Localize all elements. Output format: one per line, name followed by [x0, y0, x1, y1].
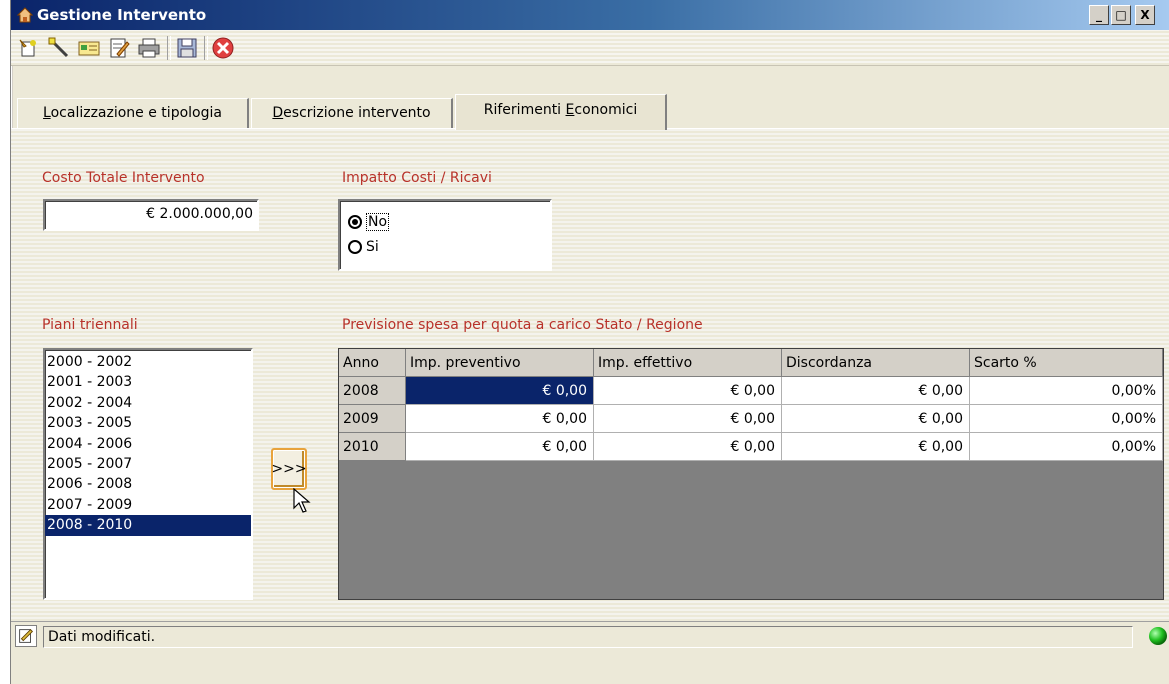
radio-no-label: No: [366, 213, 390, 231]
list-item[interactable]: 2006 - 2008: [45, 474, 251, 494]
list-item[interactable]: 2007 - 2009: [45, 495, 251, 515]
cell-scarto[interactable]: 0,00%: [970, 405, 1163, 433]
cell-preventivo[interactable]: € 0,00: [406, 433, 594, 461]
cell-preventivo-selected[interactable]: € 0,00: [406, 377, 594, 405]
list-item[interactable]: 2005 - 2007: [45, 454, 251, 474]
title-bar[interactable]: Gestione Intervento _ □ X: [11, 0, 1169, 30]
column-header-discordanza[interactable]: Discordanza: [782, 349, 970, 377]
transfer-button[interactable]: >>>: [271, 448, 307, 490]
toolbar: [11, 30, 1169, 66]
list-item[interactable]: 2001 - 2003: [45, 372, 251, 392]
piani-label: Piani triennali: [42, 317, 138, 333]
tab-mnemonic: L: [43, 105, 51, 121]
tab-riferimenti-economici[interactable]: Riferimenti Economici: [455, 94, 667, 130]
list-item-selected[interactable]: 2008 - 2010: [45, 515, 251, 536]
radio-no-circle[interactable]: [348, 215, 362, 229]
edit-status-icon: [15, 625, 37, 647]
edit-icon[interactable]: [107, 36, 131, 60]
toolbar-separator: [204, 36, 208, 60]
radio-si[interactable]: Si: [348, 239, 379, 255]
window-title: Gestione Intervento: [37, 6, 207, 24]
mouse-cursor-icon: [293, 488, 311, 513]
impatto-radio-group: No Si: [338, 199, 552, 271]
cell-effettivo[interactable]: € 0,00: [594, 433, 782, 461]
main-window: Gestione Intervento _ □ X Localizzazione…: [10, 0, 1169, 684]
row-header-anno[interactable]: 2010: [339, 433, 406, 461]
new-icon[interactable]: [17, 36, 41, 60]
cancel-icon[interactable]: [211, 36, 235, 60]
column-header-preventivo[interactable]: Imp. preventivo: [406, 349, 594, 377]
minimize-button[interactable]: _: [1089, 5, 1109, 25]
costo-label: Costo Totale Intervento: [42, 170, 205, 186]
tab-descrizione[interactable]: Descrizione intervento: [251, 98, 453, 128]
column-header-anno[interactable]: Anno: [339, 349, 406, 377]
radio-si-label: Si: [366, 239, 379, 255]
cell-scarto[interactable]: 0,00%: [970, 433, 1163, 461]
column-header-scarto[interactable]: Scarto %: [970, 349, 1163, 377]
print-icon[interactable]: [137, 36, 161, 60]
wand-icon[interactable]: [47, 36, 71, 60]
app-icon: [17, 7, 33, 23]
radio-no[interactable]: No: [348, 213, 390, 231]
cell-discordanza[interactable]: € 0,00: [782, 433, 970, 461]
cell-discordanza[interactable]: € 0,00: [782, 377, 970, 405]
cell-effettivo[interactable]: € 0,00: [594, 405, 782, 433]
cell-scarto[interactable]: 0,00%: [970, 377, 1163, 405]
list-item[interactable]: 2003 - 2005: [45, 413, 251, 433]
column-header-effettivo[interactable]: Imp. effettivo: [594, 349, 782, 377]
cell-effettivo[interactable]: € 0,00: [594, 377, 782, 405]
impatto-label: Impatto Costi / Ricavi: [342, 170, 492, 186]
status-text: Dati modificati.: [43, 626, 1133, 648]
close-button[interactable]: X: [1135, 5, 1155, 25]
cell-preventivo[interactable]: € 0,00: [406, 405, 594, 433]
radio-si-circle[interactable]: [348, 240, 362, 254]
costo-totale-field[interactable]: € 2.000.000,00: [43, 199, 259, 231]
tab-localizzazione[interactable]: Localizzazione e tipologia: [17, 98, 249, 128]
save-icon[interactable]: [175, 36, 199, 60]
status-bar: Dati modificati.: [11, 622, 1169, 684]
row-header-anno[interactable]: 2009: [339, 405, 406, 433]
list-item[interactable]: 2002 - 2004: [45, 393, 251, 413]
tab-mnemonic: D: [272, 105, 284, 121]
cell-discordanza[interactable]: € 0,00: [782, 405, 970, 433]
toolbar-separator: [167, 36, 171, 60]
card-icon[interactable]: [77, 36, 101, 60]
piani-listbox[interactable]: 2000 - 2002 2001 - 2003 2002 - 2004 2003…: [43, 348, 253, 600]
list-item[interactable]: 2000 - 2002: [45, 352, 251, 372]
maximize-button[interactable]: □: [1111, 5, 1131, 25]
list-item[interactable]: 2004 - 2006: [45, 434, 251, 454]
previsione-label: Previsione spesa per quota a carico Stat…: [342, 317, 703, 333]
row-header-anno[interactable]: 2008: [339, 377, 406, 405]
previsione-grid: Anno Imp. preventivo Imp. effettivo Disc…: [338, 348, 1164, 600]
status-led-icon: [1149, 627, 1167, 645]
